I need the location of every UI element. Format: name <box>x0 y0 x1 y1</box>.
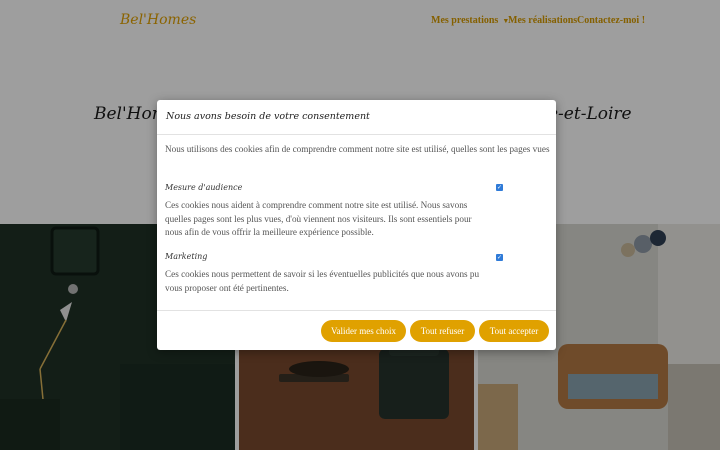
validate-choices-button[interactable]: Valider mes choix <box>321 320 406 342</box>
consent-modal: Nous avons besoin de votre consentement … <box>157 100 556 350</box>
section-title-marketing: Marketing <box>165 252 208 261</box>
audience-checkbox[interactable]: ✓ <box>496 184 503 191</box>
refuse-all-button[interactable]: Tout refuser <box>410 320 475 342</box>
modal-header: Nous avons besoin de votre consentement <box>157 100 556 135</box>
marketing-checkbox[interactable]: ✓ <box>496 254 503 261</box>
section-description-marketing: Ces cookies nous permettent de savoir si… <box>165 269 480 293</box>
consent-intro: Nous utilisons des cookies afin de compr… <box>165 144 550 154</box>
section-title-audience: Mesure d'audience <box>165 183 243 192</box>
modal-footer-divider <box>157 310 556 311</box>
accept-all-button[interactable]: Tout accepter <box>479 320 549 342</box>
section-description-audience: Ces cookies nous aident à comprendre com… <box>165 200 472 237</box>
modal-title: Nous avons besoin de votre consentement <box>166 111 370 122</box>
